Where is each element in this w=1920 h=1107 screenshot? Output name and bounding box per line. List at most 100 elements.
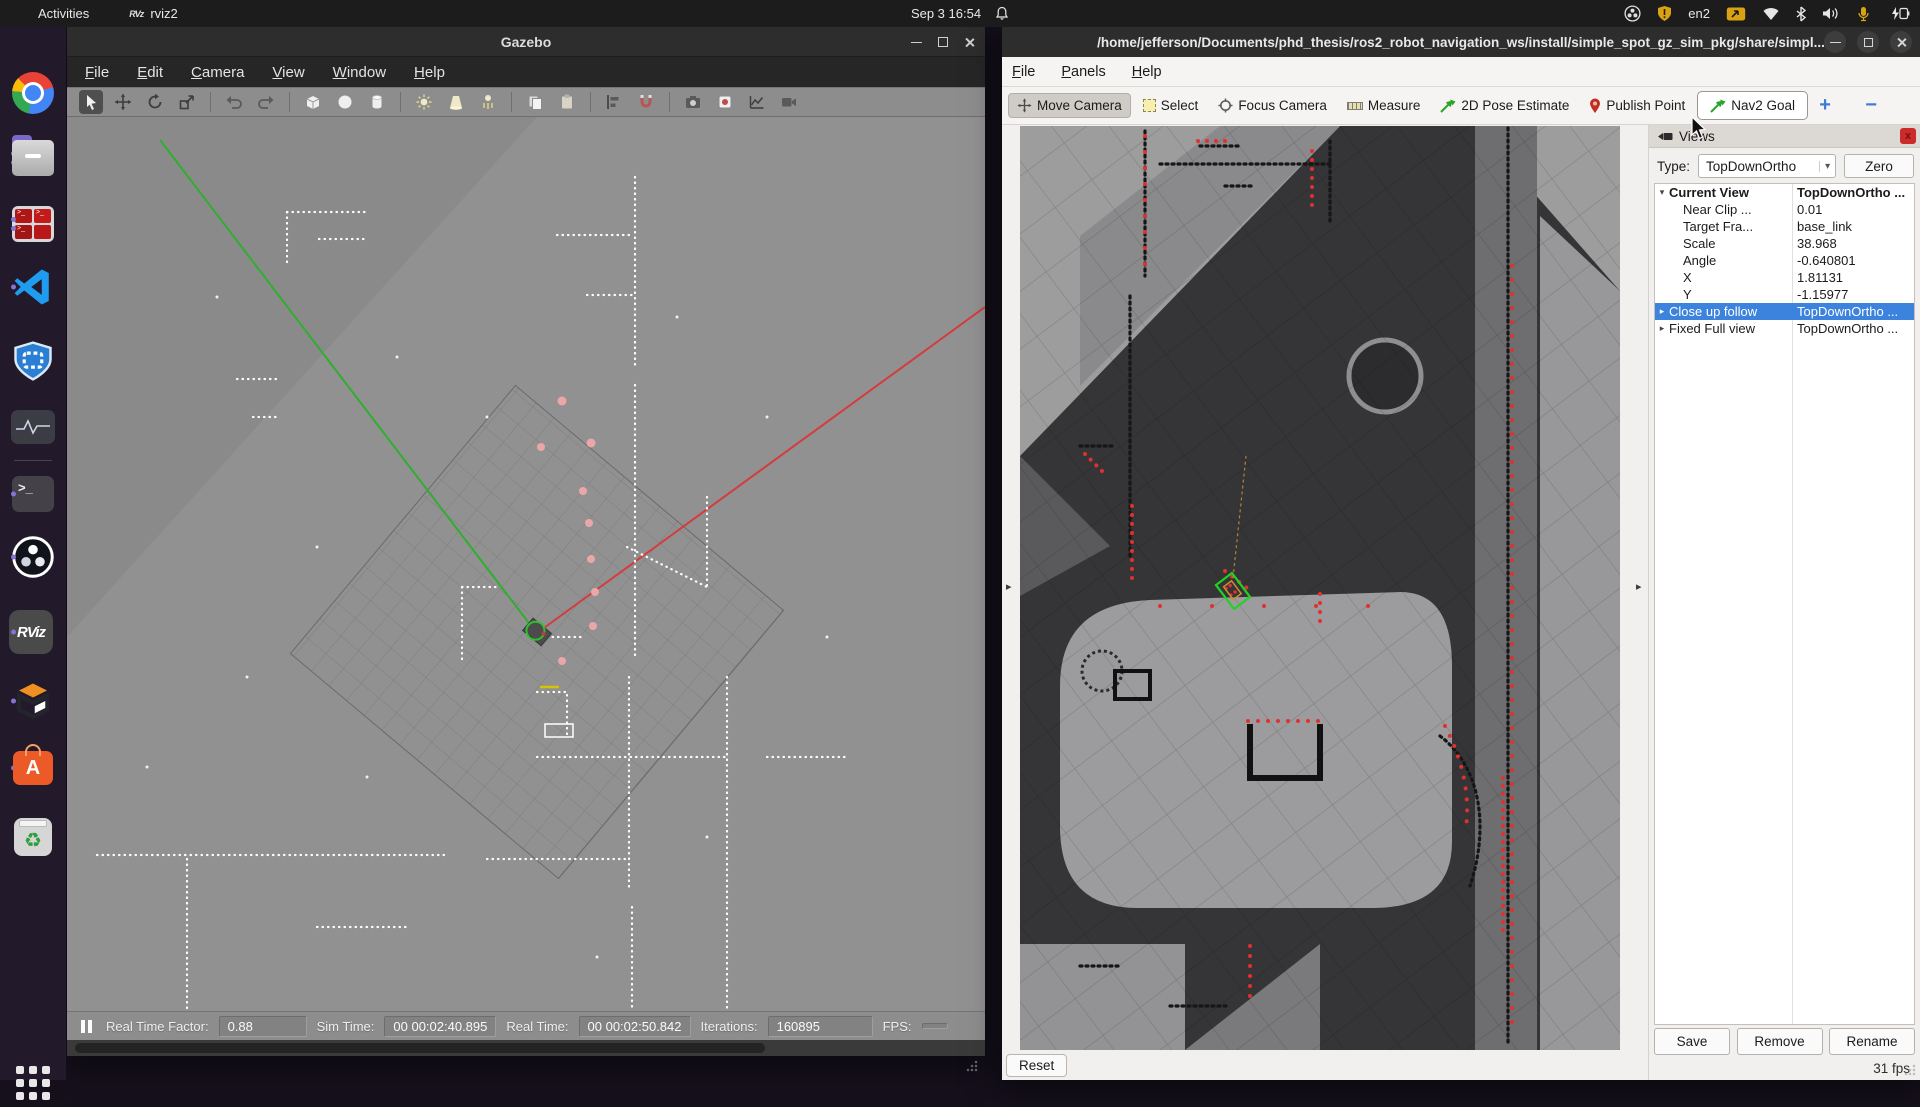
battery-tray-icon[interactable] (1888, 6, 1910, 21)
add-tool-button[interactable]: + (1812, 94, 1838, 117)
gazebo-3d-viewport[interactable] (67, 117, 985, 1011)
rviz-menu-file[interactable]: File (1012, 64, 1035, 80)
obs-studio-tray-icon[interactable] (1624, 5, 1641, 22)
rviz-map-viewport[interactable] (1020, 126, 1620, 1050)
tree-row-target-frame[interactable]: Target Fra... base_link (1655, 218, 1914, 235)
point-light-icon[interactable] (412, 90, 436, 114)
move-camera-tool[interactable]: Move Camera (1008, 93, 1131, 118)
displays-panel-collapsed-strip[interactable]: ▸ (1002, 125, 1020, 1080)
gazebo-close-icon[interactable] (964, 37, 975, 48)
views-panel-close-icon[interactable]: x (1900, 128, 1916, 144)
rviz-close-icon[interactable] (1890, 31, 1912, 53)
pause-button[interactable] (81, 1019, 92, 1033)
gazebo-minimize-icon[interactable] (911, 41, 922, 43)
tree-row-angle[interactable]: Angle -0.640801 (1655, 252, 1914, 269)
views-tree[interactable]: ▾ Current View TopDownOrtho ... Near Cli… (1654, 183, 1915, 1025)
zero-button[interactable]: Zero (1844, 154, 1914, 178)
dock-terminator-icon[interactable]: >_ >_ >_ (9, 200, 57, 248)
measure-tool[interactable]: Measure (1339, 94, 1429, 117)
gazebo-menu-file[interactable]: File (85, 64, 109, 81)
undo-icon[interactable] (222, 90, 246, 114)
tree-row-current-view[interactable]: ▾ Current View TopDownOrtho ... (1655, 184, 1914, 201)
right-panel-strip[interactable]: ▸ (1620, 125, 1648, 1080)
rviz-minimize-icon[interactable] (1824, 31, 1846, 53)
bluetooth-tray-icon[interactable] (1796, 5, 1806, 22)
gazebo-menu-view[interactable]: View (272, 64, 304, 81)
log-record-icon[interactable] (713, 90, 737, 114)
expander-icon[interactable]: ▸ (1655, 306, 1669, 317)
screen-share-tray-icon[interactable] (1726, 6, 1746, 22)
rviz-resize-grip[interactable] (1904, 1064, 1916, 1076)
keyboard-layout-indicator[interactable]: en2 (1688, 6, 1710, 21)
clock[interactable]: Sep 3 16:54 (911, 6, 981, 21)
rviz-menu-panels[interactable]: Panels (1061, 64, 1105, 80)
sphere-shape-icon[interactable] (333, 90, 357, 114)
spot-light-icon[interactable] (444, 90, 468, 114)
volume-tray-icon[interactable] (1822, 6, 1840, 21)
remove-tool-button[interactable]: − (1858, 94, 1884, 117)
tree-row-y[interactable]: Y -1.15977 (1655, 286, 1914, 303)
dock-trash-icon[interactable]: ♻ (9, 813, 57, 861)
select-arrow-icon[interactable] (79, 90, 103, 114)
box-shape-icon[interactable] (301, 90, 325, 114)
copy-icon[interactable] (523, 90, 547, 114)
rviz-menu-help[interactable]: Help (1132, 64, 1162, 80)
save-button[interactable]: Save (1654, 1028, 1730, 1055)
cylinder-shape-icon[interactable] (365, 90, 389, 114)
security-shield-tray-icon[interactable] (1657, 5, 1672, 22)
dock-signal-monitor-app-icon[interactable] (9, 403, 57, 451)
gazebo-hscrollbar-thumb[interactable] (75, 1043, 765, 1053)
nav2-goal-tool[interactable]: Nav2 Goal (1697, 91, 1809, 120)
select-tool[interactable]: Select (1135, 94, 1207, 117)
microphone-tray-icon[interactable] (1856, 6, 1872, 22)
views-type-dropdown[interactable]: TopDownOrtho ▾ (1698, 154, 1837, 178)
rotate-icon[interactable] (143, 90, 167, 114)
dock-chrome-icon[interactable] (9, 69, 57, 117)
translate-icon[interactable] (111, 90, 135, 114)
align-icon[interactable] (602, 90, 626, 114)
directional-light-icon[interactable] (476, 90, 500, 114)
left-panel-handle-icon[interactable]: ▸ (1006, 580, 1012, 593)
dock-security-shield-app-icon[interactable] (9, 337, 57, 385)
views-panel-handle-icon[interactable]: ▸ (1636, 580, 1642, 593)
screenshot-camera-icon[interactable] (681, 90, 705, 114)
dock-obs-studio-icon[interactable] (9, 533, 57, 581)
rviz-maximize-icon[interactable] (1857, 31, 1879, 53)
dock-vscode-icon[interactable] (9, 263, 57, 311)
rename-button[interactable]: Rename (1829, 1028, 1915, 1055)
gazebo-menu-edit[interactable]: Edit (137, 64, 163, 81)
plot-icon[interactable] (745, 90, 769, 114)
wifi-tray-icon[interactable] (1762, 6, 1780, 21)
dock-files-icon[interactable] (9, 134, 57, 182)
gazebo-maximize-icon[interactable] (938, 37, 948, 47)
tree-row-close-up-follow[interactable]: ▸ Close up follow TopDownOrtho ... (1655, 303, 1914, 320)
gazebo-resize-grip[interactable] (966, 1060, 978, 1072)
expander-icon[interactable]: ▾ (1655, 187, 1669, 198)
remove-button[interactable]: Remove (1736, 1028, 1823, 1055)
tree-row-near-clip[interactable]: Near Clip ... 0.01 (1655, 201, 1914, 218)
tree-row-scale[interactable]: Scale 38.968 (1655, 235, 1914, 252)
reset-button[interactable]: Reset (1006, 1054, 1068, 1077)
dock-ubuntu-software-icon[interactable]: A (9, 744, 57, 792)
scale-icon[interactable] (175, 90, 199, 114)
rviz-titlebar[interactable]: /home/jefferson/Documents/phd_thesis/ros… (1002, 27, 1920, 57)
dock-app-grid-icon[interactable] (9, 1059, 57, 1107)
pose-estimate-tool[interactable]: 2D Pose Estimate (1432, 94, 1577, 117)
dock-foxglove-icon[interactable] (9, 677, 57, 725)
dock-rviz-icon[interactable]: RViz (9, 610, 53, 654)
publish-point-tool[interactable]: Publish Point (1581, 94, 1693, 118)
redo-icon[interactable] (254, 90, 278, 114)
gazebo-hscrollbar[interactable] (67, 1040, 985, 1056)
tree-row-fixed-full-view[interactable]: ▸ Fixed Full view TopDownOrtho ... (1655, 320, 1914, 337)
snap-icon[interactable] (634, 90, 658, 114)
gazebo-menu-help[interactable]: Help (414, 64, 445, 81)
gazebo-menu-window[interactable]: Window (333, 64, 386, 81)
gazebo-menu-camera[interactable]: Camera (191, 64, 244, 81)
gazebo-titlebar[interactable]: Gazebo (67, 27, 985, 57)
tree-row-x[interactable]: X 1.81131 (1655, 269, 1914, 286)
expander-icon[interactable]: ▸ (1655, 323, 1669, 334)
paste-icon[interactable] (555, 90, 579, 114)
video-record-icon[interactable] (777, 90, 801, 114)
dock-terminal-icon[interactable]: >_ (9, 470, 57, 518)
focus-camera-tool[interactable]: Focus Camera (1210, 94, 1335, 117)
